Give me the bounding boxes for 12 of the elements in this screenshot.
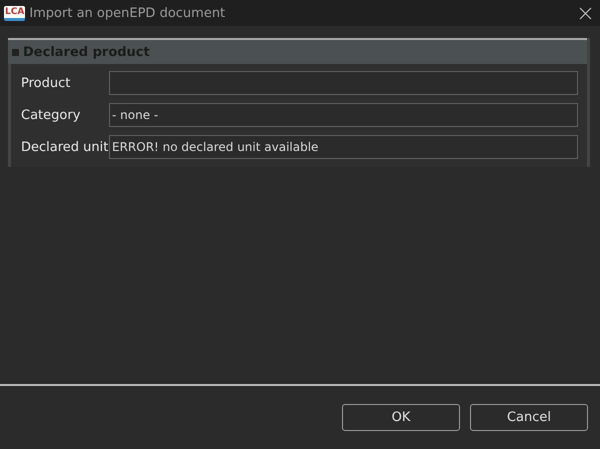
cancel-button[interactable]: Cancel — [470, 404, 588, 431]
input-field[interactable]: ERROR! no declared unit available — [109, 135, 578, 159]
field-label: Product — [21, 74, 72, 92]
input-field[interactable]: - none - — [109, 103, 578, 127]
close-icon[interactable] — [579, 6, 592, 20]
square-icon[interactable] — [12, 48, 19, 56]
window-title: Import an openEPD document — [29, 6, 226, 20]
field-label: Declared unit — [21, 138, 109, 156]
input-field[interactable] — [109, 71, 578, 95]
ok-button[interactable]: OK — [342, 404, 460, 431]
app-logo: LCA — [4, 6, 26, 20]
field-label: Category — [21, 106, 82, 124]
